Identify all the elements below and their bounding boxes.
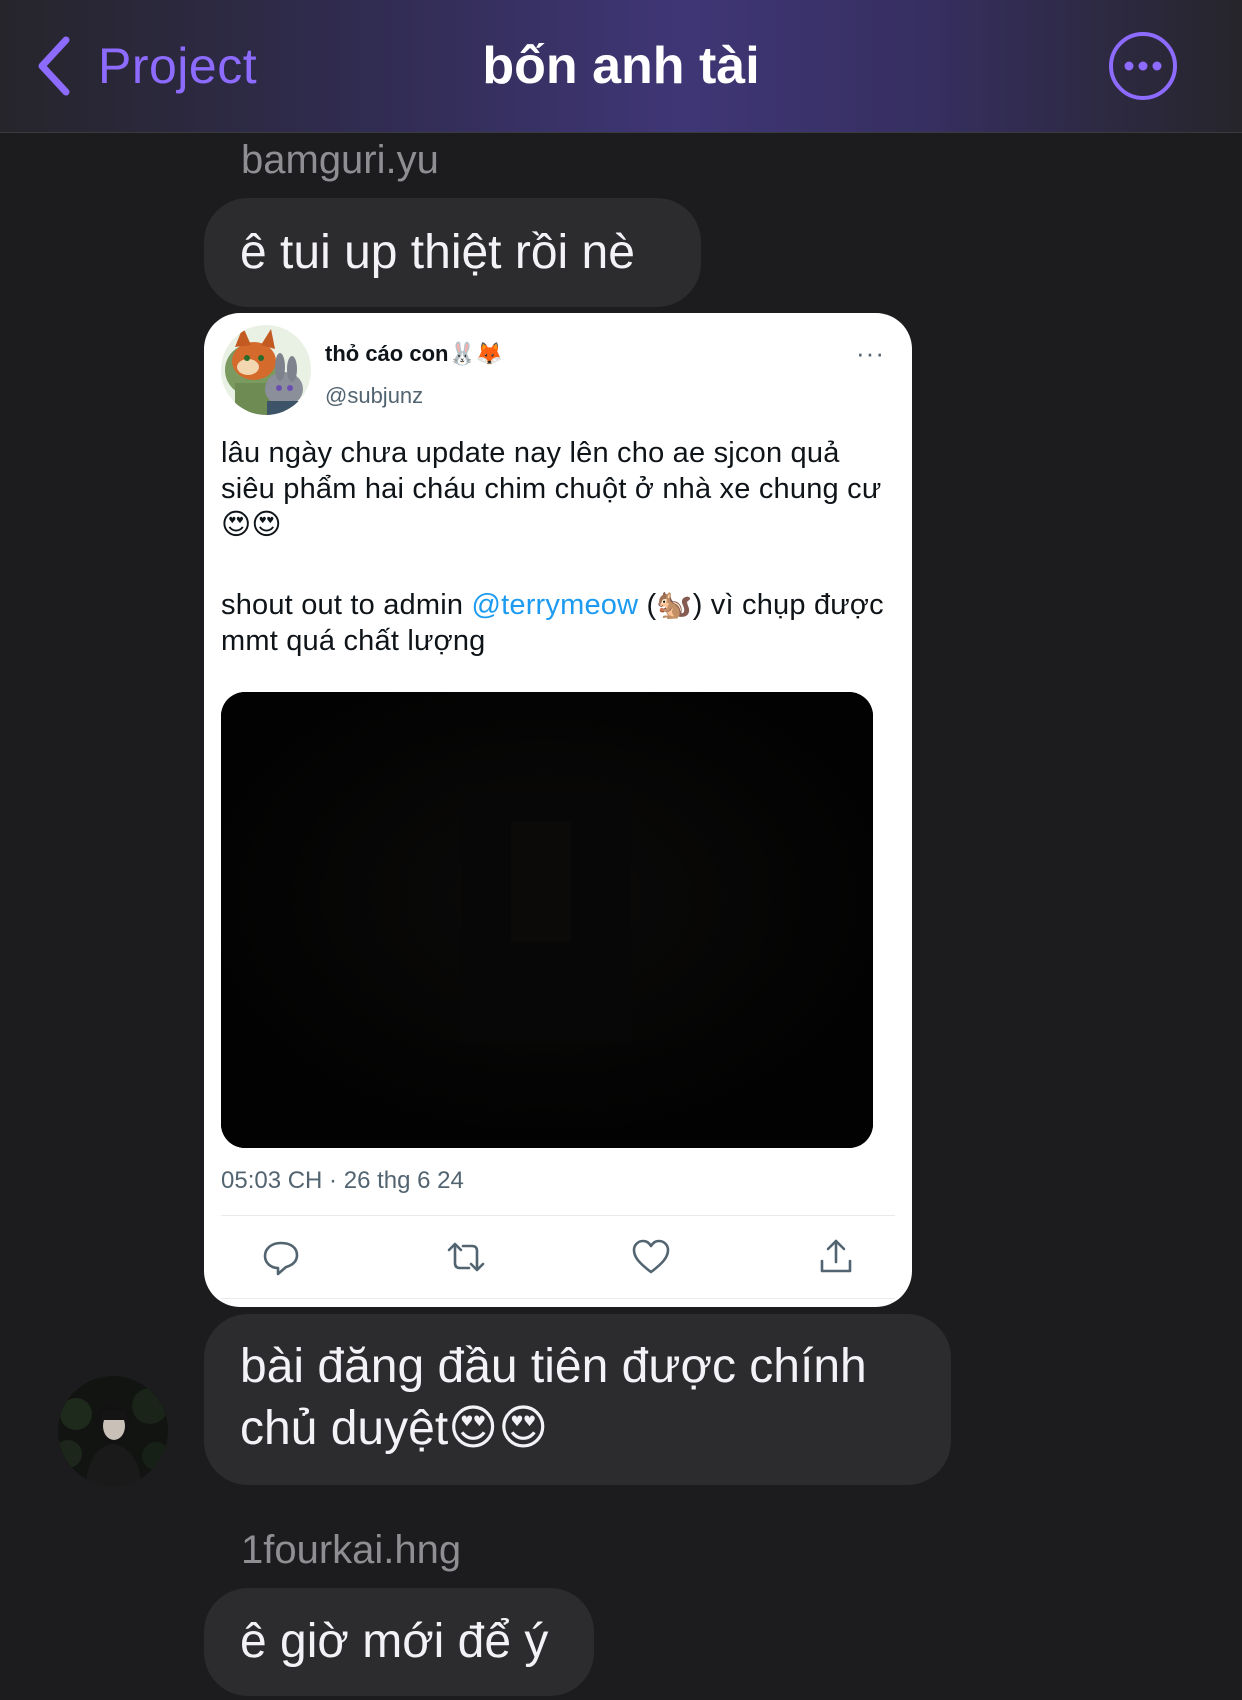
reply-icon[interactable] [259, 1235, 303, 1279]
sender-avatar[interactable] [58, 1376, 168, 1486]
ellipsis-circle-icon [1109, 32, 1177, 100]
retweet-icon[interactable] [444, 1235, 488, 1279]
tweet-paragraph: lâu ngày chưa update nay lên cho ae sjco… [221, 437, 882, 541]
like-icon[interactable] [629, 1235, 673, 1279]
chat-title: bốn anh tài [482, 37, 760, 95]
message-bubble[interactable]: ê giờ mới để ý [204, 1588, 594, 1696]
more-options-button[interactable] [1107, 30, 1179, 102]
tweet-author-avatar [221, 325, 311, 415]
tweet-handle: @subjunz [325, 383, 424, 408]
tweet-display-name: thỏ cáo con🐰🦊 [325, 341, 504, 366]
tweet-more-icon[interactable]: ··· [856, 340, 885, 366]
message-text: bài đăng đầu tiên được chính chủ duyệt😍😍 [240, 1340, 867, 1455]
tweet-timestamp: 05:03 CH · 26 thg 6 24 [221, 1167, 464, 1194]
tweet-media-image[interactable] [221, 692, 873, 1148]
sender-name: bamguri.yu [241, 138, 439, 182]
divider [221, 1298, 895, 1299]
tweet-text: shout out to admin [221, 589, 472, 621]
sender-name: 1fourkai.hng [241, 1528, 462, 1572]
tweet-body: lâu ngày chưa update nay lên cho ae sjco… [221, 435, 901, 659]
chat-header: Project bốn anh tài [0, 0, 1242, 133]
message-text: ê giờ mới để ý [240, 1615, 549, 1668]
tweet-card[interactable]: thỏ cáo con🐰🦊 @subjunz ··· lâu ngày chưa… [204, 313, 912, 1307]
message-bubble[interactable]: ê tui up thiệt rồi nè [204, 198, 701, 307]
share-icon[interactable] [814, 1235, 858, 1279]
tweet-paragraph: shout out to admin @terrymeow (🐿️) vì ch… [221, 587, 901, 659]
tweet-mention-link[interactable]: @terrymeow [471, 589, 638, 621]
divider [221, 1215, 895, 1216]
message-text: ê tui up thiệt rồi nè [240, 226, 635, 279]
message-bubble[interactable]: bài đăng đầu tiên được chính chủ duyệt😍😍 [204, 1314, 951, 1485]
